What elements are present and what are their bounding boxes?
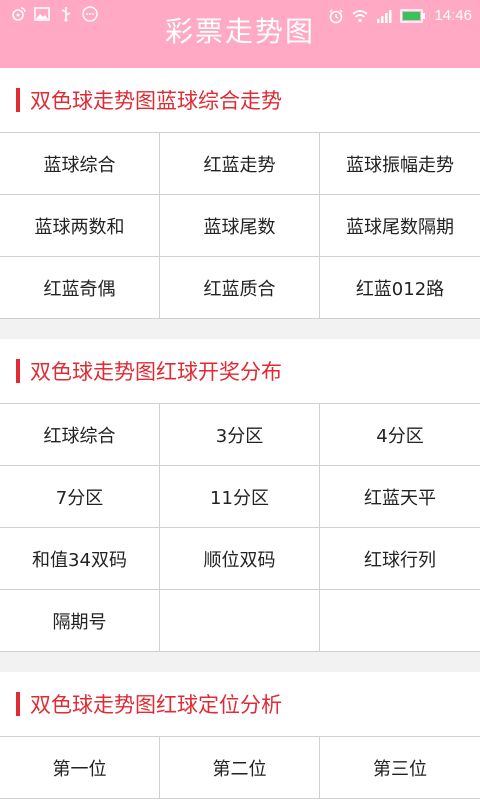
grid-item[interactable]: 蓝球振幅走势 — [320, 133, 480, 195]
section-grid: 红球综合 3分区 4分区 7分区 11分区 红蓝天平 和值34双码 顺位双码 红… — [0, 404, 480, 652]
grid-item[interactable]: 第三位 — [320, 737, 480, 799]
section-header: 双色球走势图红球开奖分布 — [0, 339, 480, 404]
section-title: 双色球走势图红球开奖分布 — [30, 360, 282, 384]
app-title: 彩票走势图 — [164, 15, 315, 48]
section-grid: 蓝球综合 红蓝走势 蓝球振幅走势 蓝球两数和 蓝球尾数 蓝球尾数隔期 红蓝奇偶 … — [0, 133, 480, 319]
grid-item[interactable]: 红蓝奇偶 — [0, 257, 160, 319]
grid-item[interactable]: 红蓝天平 — [320, 466, 480, 528]
section-divider — [0, 652, 480, 672]
grid-item[interactable]: 红蓝012路 — [320, 257, 480, 319]
section-accent-bar — [16, 88, 20, 112]
grid-item[interactable]: 红蓝走势 — [160, 133, 320, 195]
grid-item[interactable]: 第二位 — [160, 737, 320, 799]
grid-item[interactable]: 11分区 — [160, 466, 320, 528]
grid-item[interactable]: 红球行列 — [320, 528, 480, 590]
section-title: 双色球走势图蓝球综合走势 — [30, 89, 282, 113]
grid-item[interactable]: 红球综合 — [0, 404, 160, 466]
grid-item[interactable]: 4分区 — [320, 404, 480, 466]
grid-item[interactable]: 3分区 — [160, 404, 320, 466]
battery-icon — [400, 9, 426, 23]
status-time: 14:46 — [434, 7, 472, 24]
alarm-icon — [329, 9, 343, 24]
section-accent-bar — [16, 692, 20, 716]
grid-item[interactable]: 顺位双码 — [160, 528, 320, 590]
grid-item[interactable]: 蓝球综合 — [0, 133, 160, 195]
grid-item[interactable]: 红蓝质合 — [160, 257, 320, 319]
more-icon — [82, 6, 98, 22]
grid-item[interactable]: 隔期号 — [0, 590, 160, 652]
grid-item[interactable]: 蓝球尾数隔期 — [320, 195, 480, 257]
grid-item[interactable]: 和值34双码 — [0, 528, 160, 590]
signal-icon — [377, 10, 392, 23]
weibo-icon — [12, 7, 26, 21]
section-accent-bar — [16, 359, 20, 383]
image-icon — [34, 7, 50, 21]
section-header: 双色球走势图红球定位分析 — [0, 672, 480, 737]
section-header: 双色球走势图蓝球综合走势 — [0, 68, 480, 133]
status-icons-left — [10, 6, 98, 22]
grid-item[interactable]: 蓝球两数和 — [0, 195, 160, 257]
status-icons-right: 14:46 — [328, 6, 472, 26]
usb-icon — [61, 7, 71, 22]
grid-item[interactable]: 第一位 — [0, 737, 160, 799]
content: 双色球走势图蓝球综合走势 蓝球综合 红蓝走势 蓝球振幅走势 蓝球两数和 蓝球尾数… — [0, 68, 480, 800]
grid-item-empty — [160, 590, 320, 652]
wifi-icon — [352, 10, 368, 23]
section-grid: 第一位 第二位 第三位 — [0, 737, 480, 799]
grid-item-empty — [320, 590, 480, 652]
grid-item[interactable]: 7分区 — [0, 466, 160, 528]
title-bar: 彩票走势图 — [0, 18, 480, 68]
section-divider — [0, 319, 480, 339]
grid-item[interactable]: 蓝球尾数 — [160, 195, 320, 257]
section-title: 双色球走势图红球定位分析 — [30, 693, 282, 717]
